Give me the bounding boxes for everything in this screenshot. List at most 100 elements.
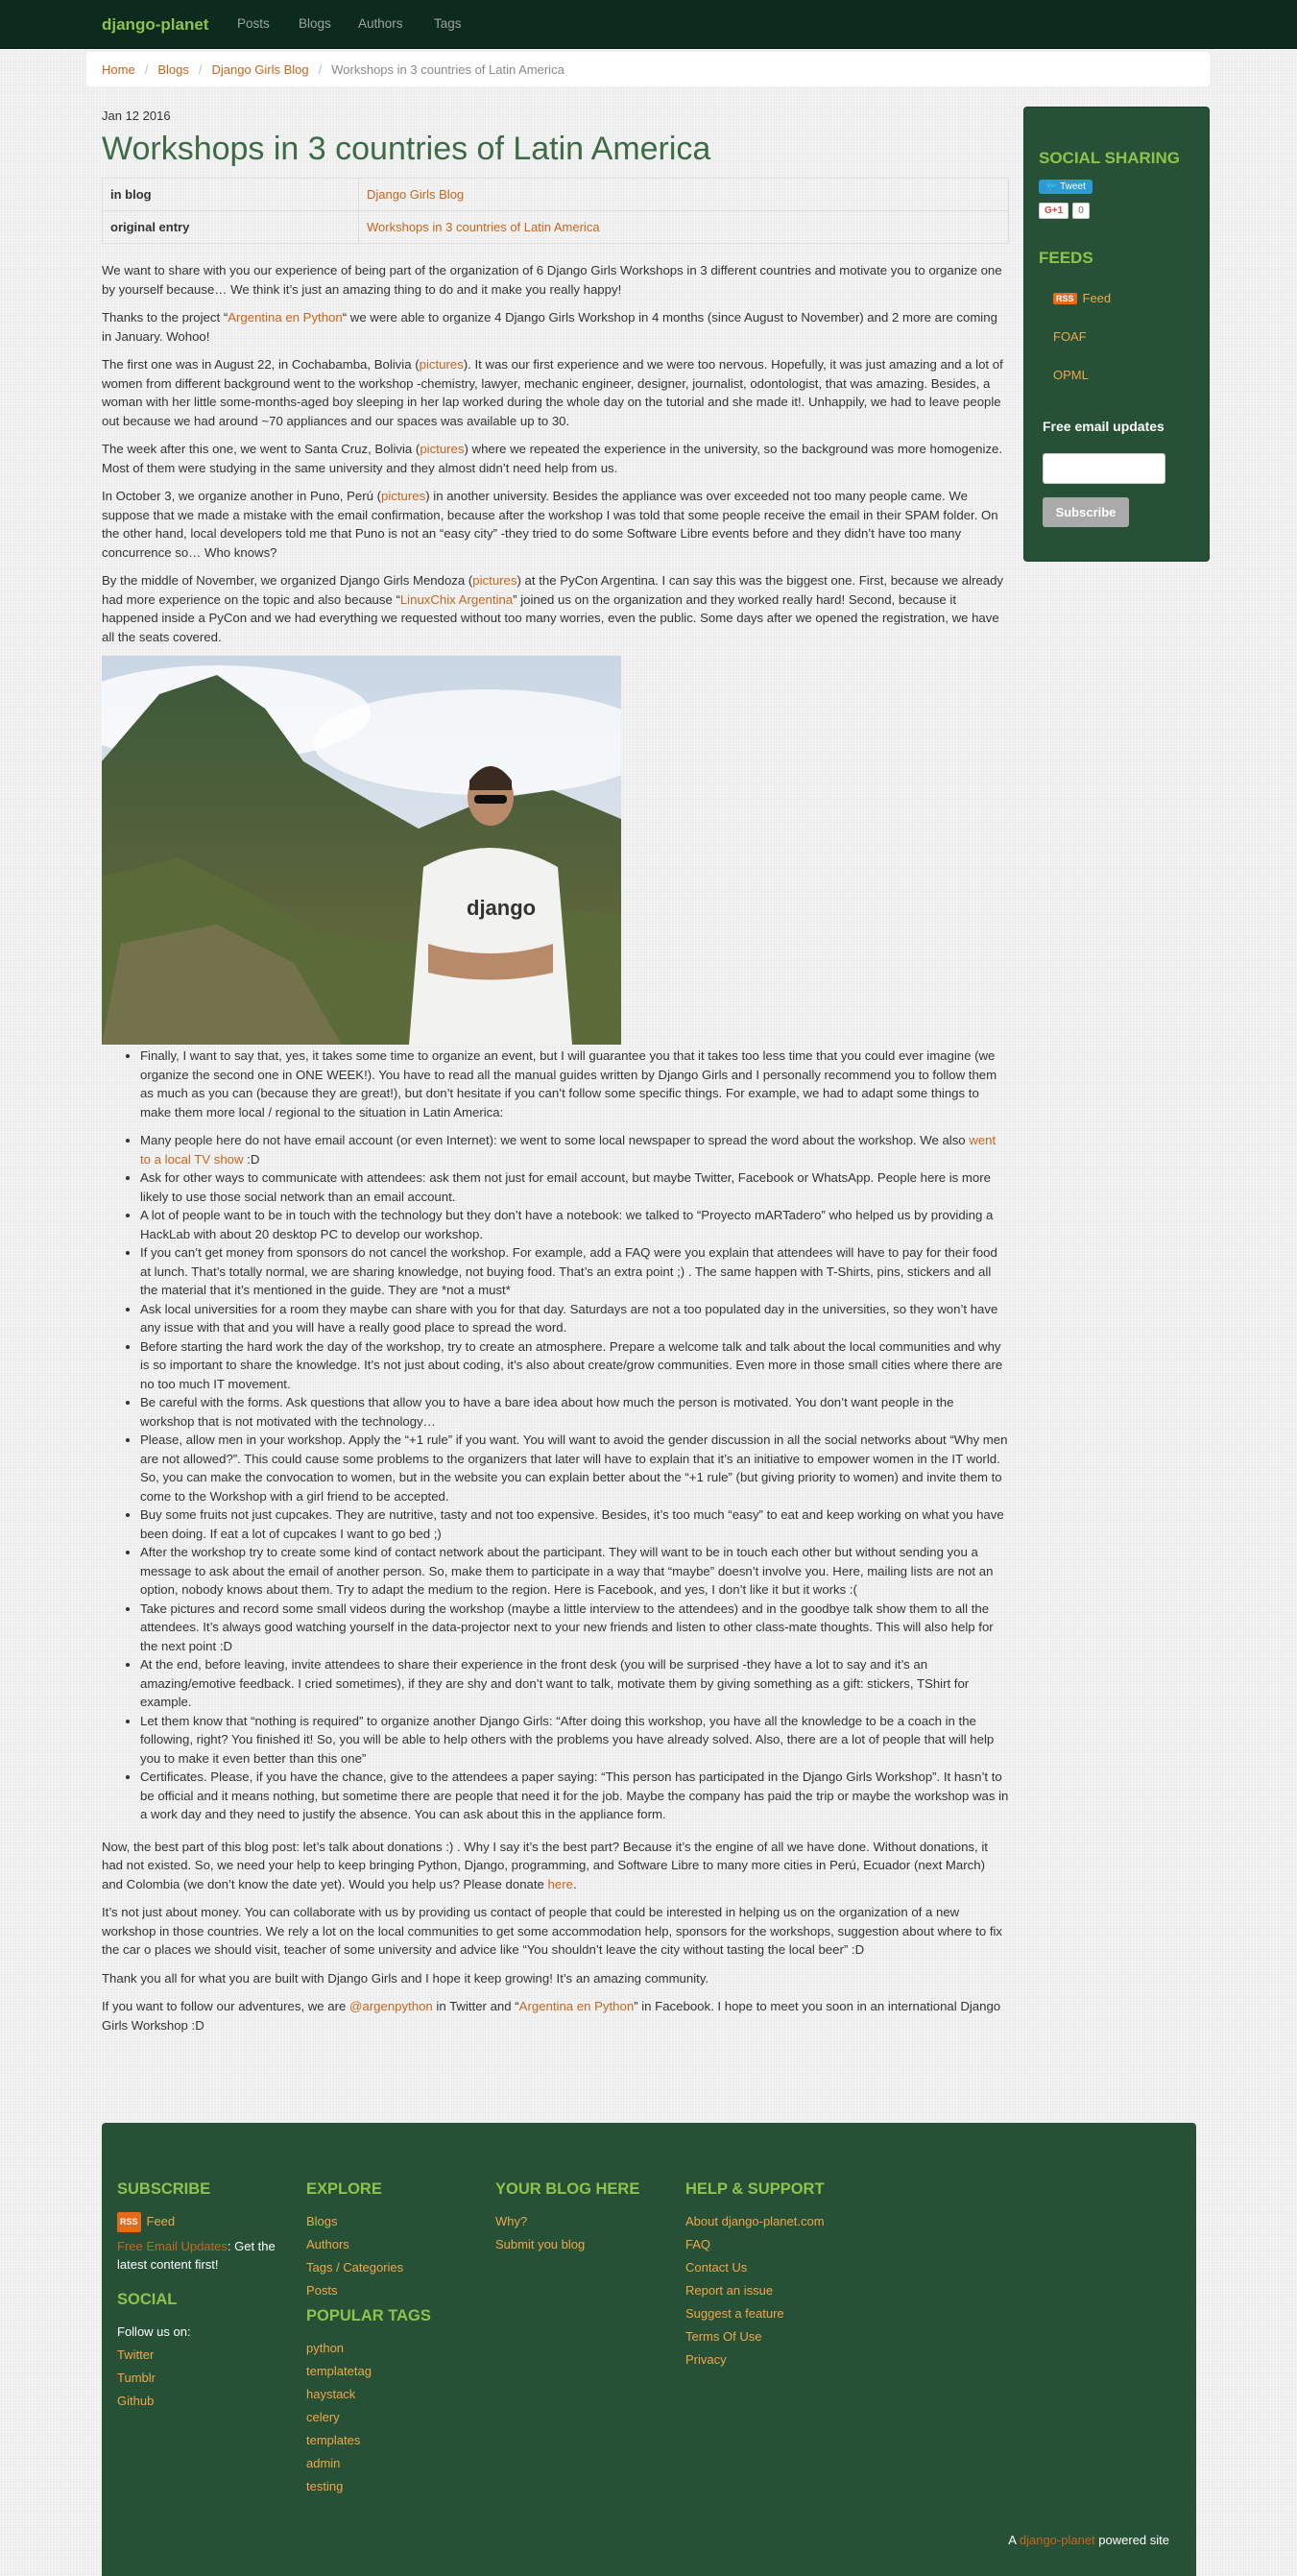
post-article: Jan 12 2016 Workshops in 3 countries of …	[102, 106, 1009, 2044]
tweet-button[interactable]: 🐦 Tweet	[1039, 180, 1093, 194]
list-item: Finally, I want to say that, yes, it tak…	[140, 1047, 1009, 1121]
tag-link[interactable]: templatetag	[306, 2362, 431, 2380]
pictures-link[interactable]: pictures	[420, 357, 464, 372]
donate-link[interactable]: here	[548, 1877, 573, 1891]
meta-key: original entry	[102, 210, 359, 245]
breadcrumb: Home / Blogs / Django Girls Blog / Workshops i…	[86, 52, 1210, 86]
list-item: Please, allow men in your workshop. Appl…	[140, 1431, 1009, 1505]
photo-shirt-text: django	[467, 896, 536, 920]
linuxchix-link[interactable]: LinuxChix Argentina	[400, 592, 513, 607]
github-link[interactable]: Github	[117, 2392, 295, 2410]
post-date: Jan 12 2016	[102, 108, 171, 123]
pictures-link[interactable]: pictures	[472, 573, 516, 588]
text: Now, the best part of this blog post: le…	[102, 1839, 988, 1891]
terms-link[interactable]: Terms Of Use	[685, 2327, 825, 2346]
suggest-feature-link[interactable]: Suggest a feature	[685, 2304, 825, 2323]
footer-email-updates: Free Email Updates: Get the latest conte…	[117, 2237, 295, 2274]
paragraph: Now, the best part of this blog post: le…	[102, 1838, 1009, 1894]
breadcrumb-home[interactable]: Home	[102, 62, 135, 77]
facebook-link[interactable]: Argentina en Python	[519, 1999, 635, 2013]
tag-link[interactable]: celery	[306, 2408, 431, 2426]
breadcrumb-blog[interactable]: Django Girls Blog	[211, 62, 308, 77]
tag-link[interactable]: haystack	[306, 2385, 431, 2403]
contact-link[interactable]: Contact Us	[685, 2258, 825, 2276]
footer-subscribe-title: SUBSCRIBE	[117, 2180, 211, 2198]
paragraph: The first one was in August 22, in Cocha…	[102, 355, 1009, 430]
text: in Twitter and “	[432, 1999, 519, 2014]
tag-link[interactable]: python	[306, 2339, 431, 2357]
explore-blogs-link[interactable]: Blogs	[306, 2212, 431, 2230]
paragraph: Thank you all for what you are built wit…	[102, 1970, 709, 1986]
text: Many people here do not have email accou…	[140, 1133, 970, 1148]
paragraph: It’s not just about money. You can colla…	[102, 1905, 1003, 1958]
paragraph: Thanks to the project “Argentina en Pyth…	[102, 308, 1009, 346]
blog-link[interactable]: Django Girls Blog	[367, 187, 464, 202]
rss-icon: RSS	[117, 2212, 141, 2232]
about-link[interactable]: About django-planet.com	[685, 2212, 825, 2230]
twitter-link[interactable]: Twitter	[117, 2346, 295, 2364]
rss-icon: RSS	[1053, 293, 1077, 304]
django-planet-link[interactable]: django-planet	[1020, 2533, 1095, 2547]
footer-blog-column: YOUR BLOG HERE Why? Submit you blog	[495, 2180, 639, 2258]
tag-link[interactable]: templates	[306, 2431, 431, 2449]
nav-blogs[interactable]: Blogs	[299, 16, 331, 31]
footer: SUBSCRIBE RSS Feed Free Email Updates: Ge…	[102, 2123, 1196, 2576]
mountain-photo-image: django	[102, 656, 621, 1046]
subscribe-button[interactable]: Subscribe	[1043, 497, 1129, 527]
email-updates-title: Free email updates	[1043, 419, 1165, 434]
explore-posts-link[interactable]: Posts	[306, 2281, 431, 2299]
nav-tags[interactable]: Tags	[434, 16, 462, 31]
nav-authors[interactable]: Authors	[358, 16, 403, 31]
footer-social-title: SOCIAL	[117, 2291, 178, 2308]
powered-by: A django-planet powered site	[1008, 2533, 1169, 2547]
feed-link[interactable]: RSS Feed	[1053, 291, 1111, 305]
list-item: Take pictures and record some small vide…	[140, 1600, 1009, 1656]
footer-feed-link[interactable]: RSS Feed	[117, 2212, 295, 2232]
privacy-link[interactable]: Privacy	[685, 2350, 825, 2369]
tag-link[interactable]: testing	[306, 2477, 431, 2495]
footer-subscribe-column: SUBSCRIBE RSS Feed Free Email Updates: Ge…	[117, 2180, 295, 2415]
post-title: Workshops in 3 countries of Latin Americ…	[102, 131, 711, 167]
original-entry-link[interactable]: Workshops in 3 countries of Latin Americ…	[367, 220, 600, 234]
paragraph: The week after this one, we went to Sant…	[102, 440, 1009, 477]
tumblr-link[interactable]: Tumblr	[117, 2369, 295, 2387]
report-issue-link[interactable]: Report an issue	[685, 2281, 825, 2299]
meta-value: Workshops in 3 countries of Latin Americ…	[358, 210, 1009, 245]
list-item: At the end, before leaving, invite atten…	[140, 1655, 1009, 1712]
text: In October 3, we organize another in Pun…	[102, 489, 382, 504]
explore-tags-link[interactable]: Tags / Categories	[306, 2258, 431, 2276]
follow-us-text: Follow us on:	[117, 2324, 191, 2339]
gplus-count: 0	[1072, 203, 1090, 219]
email-input[interactable]	[1043, 453, 1165, 484]
list-item: Certificates. Please, if you have the ch…	[140, 1768, 1009, 1824]
help-support-title: HELP & SUPPORT	[685, 2180, 825, 2198]
opml-link[interactable]: OPML	[1053, 368, 1089, 382]
pictures-link[interactable]: pictures	[381, 489, 425, 503]
list-item: After the workshop try to create some ki…	[140, 1543, 1009, 1600]
tweet-label: Tweet	[1060, 181, 1086, 192]
submit-blog-link[interactable]: Submit you blog	[495, 2235, 639, 2253]
twitter-icon: 🐦	[1045, 181, 1061, 192]
list-item: Ask local universities for a room they m…	[140, 1300, 1009, 1337]
foaf-link[interactable]: FOAF	[1053, 329, 1087, 344]
paragraph: By the middle of November, we organized …	[102, 571, 1009, 646]
explore-authors-link[interactable]: Authors	[306, 2235, 431, 2253]
pictures-link[interactable]: pictures	[420, 442, 464, 456]
nav-posts[interactable]: Posts	[237, 16, 270, 31]
gplus-button[interactable]: G+1 0	[1039, 203, 1090, 219]
meta-value: Django Girls Blog	[358, 178, 1009, 212]
twitter-handle-link[interactable]: @argenpython	[349, 1999, 433, 2013]
breadcrumb-separator: /	[318, 62, 323, 77]
free-email-updates-link[interactable]: Free Email Updates	[117, 2239, 228, 2253]
why-link[interactable]: Why?	[495, 2212, 639, 2230]
argentina-en-python-link[interactable]: Argentina en Python	[228, 310, 343, 325]
sidebar: SOCIAL SHARING 🐦 Tweet G+1 0 FEEDS RSS Fee…	[1023, 107, 1210, 562]
faq-link[interactable]: FAQ	[685, 2235, 825, 2253]
footer-explore-column: EXPLORE Blogs Authors Tags / Categories …	[306, 2180, 431, 2500]
popular-tags-title: POPULAR TAGS	[306, 2307, 431, 2324]
your-blog-title: YOUR BLOG HERE	[495, 2180, 640, 2198]
tag-link[interactable]: admin	[306, 2454, 431, 2472]
breadcrumb-blogs[interactable]: Blogs	[157, 62, 189, 77]
table-row: in blog Django Girls Blog	[102, 178, 1009, 212]
brand-logo[interactable]: django-planet	[102, 15, 208, 35]
